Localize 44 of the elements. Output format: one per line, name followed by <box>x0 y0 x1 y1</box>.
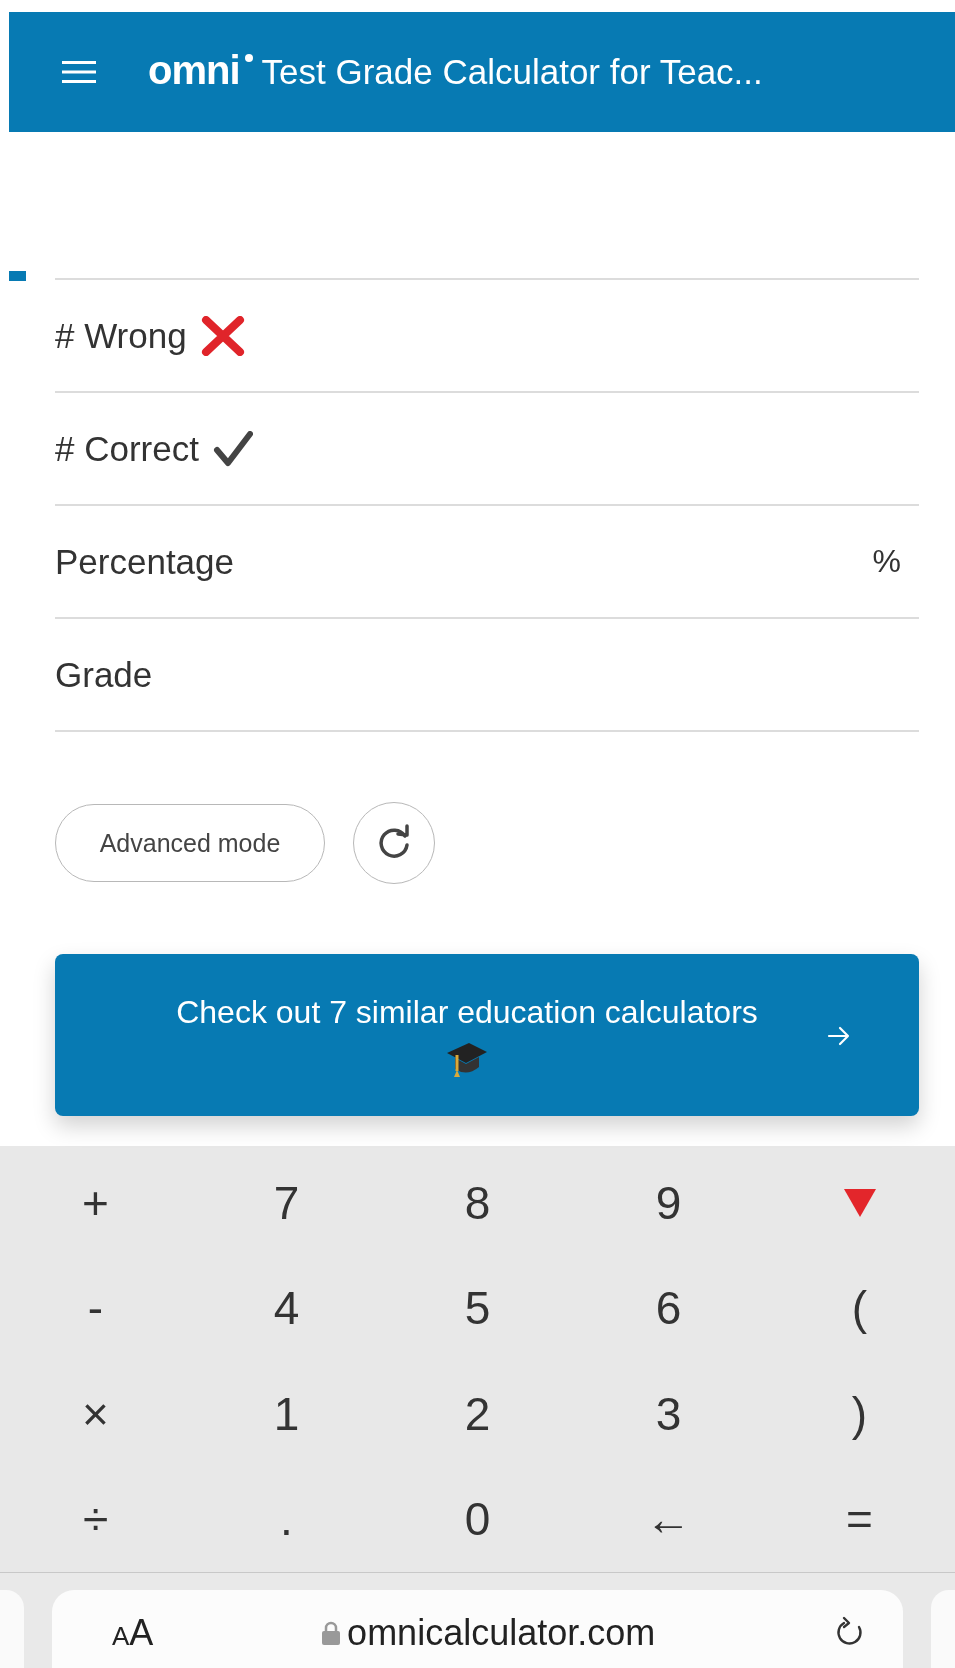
text-size-button[interactable]: AA <box>112 1612 154 1654</box>
field-label: Percentage <box>55 541 235 582</box>
keypad-key[interactable]: 4 <box>191 1255 382 1361</box>
url-text: omnicalculator.com <box>347 1612 656 1654</box>
logo-dot-icon <box>244 54 253 62</box>
keypad-key[interactable]: 3 <box>573 1361 764 1467</box>
keypad-key[interactable]: ÷ <box>0 1466 191 1572</box>
keypad-key[interactable]: 8 <box>382 1150 573 1256</box>
keypad-key[interactable]: + <box>0 1150 191 1256</box>
menu-icon[interactable] <box>62 60 96 84</box>
unit-label: % <box>872 543 901 580</box>
address-bar[interactable]: AA omnicalculator.com <box>52 1590 903 1668</box>
cross-icon <box>200 315 245 356</box>
input-field[interactable]: Grade <box>55 619 919 732</box>
section-marker <box>9 271 26 281</box>
field-label: # Correct <box>55 428 199 469</box>
keypad-key[interactable]: . <box>191 1466 382 1572</box>
keypad-key[interactable]: 6 <box>573 1255 764 1361</box>
lock-icon <box>321 1621 342 1645</box>
keypad-key[interactable]: 2 <box>382 1361 573 1467</box>
banner-text: Check out 7 similar education calculators <box>176 993 758 1031</box>
keypad-key[interactable]: 5 <box>382 1255 573 1361</box>
keypad-key[interactable]: ← <box>573 1466 764 1572</box>
input-field[interactable]: # Correct <box>55 393 919 506</box>
arrow-right-icon <box>827 1026 851 1046</box>
input-field[interactable]: Percentage % <box>55 506 919 619</box>
check-icon <box>212 430 253 467</box>
keypad-key[interactable]: ) <box>764 1361 955 1467</box>
logo[interactable]: omni <box>148 50 240 90</box>
page-title: Test Grade Calculator for Teac... <box>261 52 763 92</box>
field-label: Grade <box>55 654 153 695</box>
keypad-key[interactable]: - <box>0 1255 191 1361</box>
keypad-key[interactable]: 7 <box>191 1150 382 1256</box>
keypad-key[interactable]: = <box>764 1466 955 1572</box>
triangle-down-icon <box>842 1187 877 1218</box>
field-label: # Wrong <box>55 315 187 356</box>
keypad-key[interactable]: 9 <box>573 1150 764 1256</box>
keypad-key[interactable]: 1 <box>191 1361 382 1467</box>
keypad-key[interactable]: × <box>0 1361 191 1467</box>
keypad-key[interactable]: ( <box>764 1255 955 1361</box>
similar-calculators-banner[interactable]: Check out 7 similar education calculators <box>55 954 919 1116</box>
input-field[interactable]: # Wrong <box>55 280 919 393</box>
advanced-mode-button[interactable]: Advanced mode <box>55 804 325 882</box>
keypad-key[interactable]: 0 <box>382 1466 573 1572</box>
